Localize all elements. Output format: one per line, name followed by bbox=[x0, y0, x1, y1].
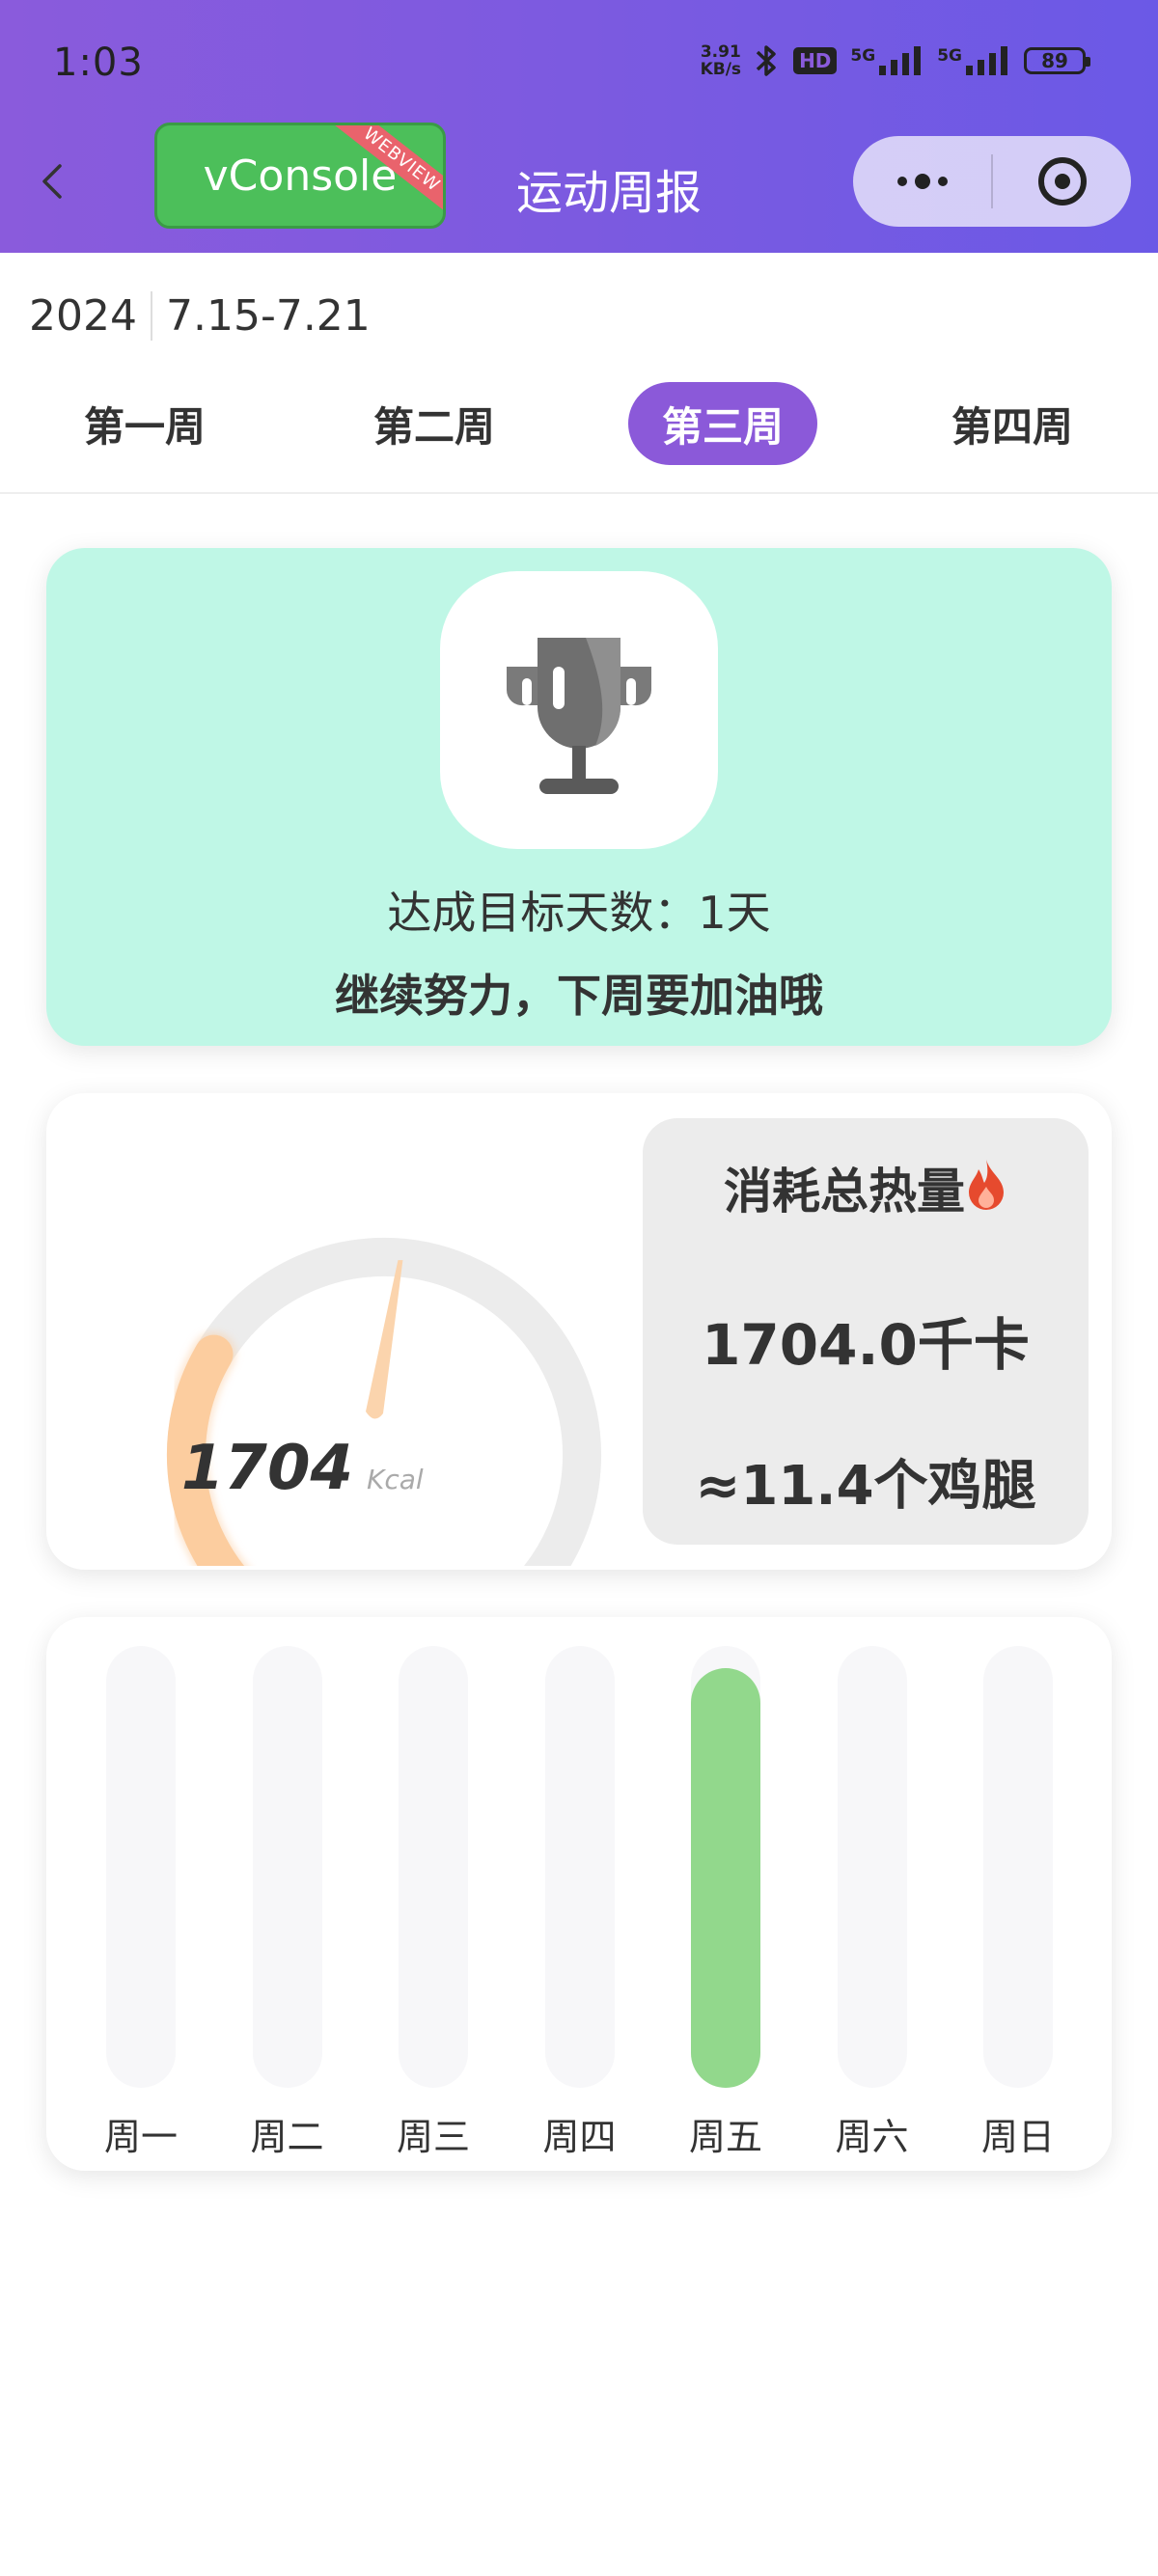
network-speed: 3.91 KB/s bbox=[701, 43, 741, 78]
vconsole-label: vConsole bbox=[203, 151, 398, 201]
vconsole-button[interactable]: vConsole WEBVIEW bbox=[154, 123, 446, 229]
calorie-card: 1704 Kcal 消耗总热量 1704.0千卡 ≈11.4个鸡腿 bbox=[46, 1093, 1112, 1570]
bar-track-2 bbox=[252, 1646, 322, 2088]
bar-track-7 bbox=[983, 1646, 1053, 2088]
weekly-chart-card: 周一 周二 周三 周四 周五 周六 周日 bbox=[46, 1617, 1112, 2171]
bar-label-7: 周日 bbox=[980, 2116, 1055, 2158]
bluetooth-icon bbox=[755, 42, 780, 79]
date-range: 7.15-7.21 bbox=[165, 291, 371, 341]
bar-track-1 bbox=[106, 1646, 176, 2088]
goal-days-text: 达成目标天数：1天 bbox=[387, 887, 771, 939]
trophy-badge bbox=[440, 571, 718, 849]
page-title: 运动周报 bbox=[516, 166, 703, 220]
hd-badge: HD bbox=[793, 47, 838, 74]
calorie-title-text: 消耗总热量 bbox=[724, 1164, 965, 1219]
tab-week-4[interactable]: 第四周 bbox=[918, 382, 1107, 465]
weekly-bars: 周一 周二 周三 周四 周五 周六 周日 bbox=[46, 1617, 1112, 2171]
gauge-needle bbox=[366, 1260, 403, 1419]
miniprogram-capsule bbox=[853, 136, 1131, 227]
date-row: 2024 7.15-7.21 bbox=[29, 291, 371, 341]
battery-level: 89 bbox=[1041, 49, 1068, 72]
calorie-equivalent: ≈11.4个鸡腿 bbox=[695, 1455, 1036, 1518]
goal-message: 继续努力，下周要加油哦 bbox=[335, 970, 823, 1022]
date-year: 2024 bbox=[29, 291, 152, 341]
bar-label-6: 周六 bbox=[835, 2116, 909, 2158]
gauge-unit: Kcal bbox=[367, 1464, 424, 1495]
calorie-summary: 消耗总热量 1704.0千卡 ≈11.4个鸡腿 bbox=[643, 1118, 1089, 1545]
gauge-track bbox=[167, 1238, 601, 1566]
goal-card: 达成目标天数：1天 继续努力，下周要加油哦 bbox=[46, 548, 1112, 1046]
bar-fill-5 bbox=[691, 1668, 760, 2088]
net-speed-value: 3.91 bbox=[700, 42, 741, 62]
bar-track-3 bbox=[399, 1646, 468, 2088]
bar-track-5 bbox=[691, 1646, 760, 2088]
chevron-left-icon bbox=[42, 164, 62, 199]
trophy-icon bbox=[506, 638, 652, 794]
back-button[interactable] bbox=[37, 162, 69, 201]
bar-label-5: 周五 bbox=[688, 2116, 762, 2158]
calorie-total: 1704.0千卡 bbox=[702, 1312, 1030, 1378]
bar-track-6 bbox=[837, 1646, 907, 2088]
calorie-gauge: 1704 Kcal bbox=[163, 1238, 601, 1566]
more-button[interactable] bbox=[853, 136, 991, 227]
status-icons: 3.91 KB/s HD 5G 5G 89 bbox=[701, 42, 1090, 79]
flame-icon bbox=[969, 1160, 1004, 1210]
status-time: 1:03 bbox=[53, 41, 144, 85]
calorie-title: 消耗总热量 bbox=[643, 1153, 1089, 1222]
close-miniprogram-button[interactable] bbox=[993, 136, 1131, 227]
week-tabs: 第一周 第二周 第三周 第四周 bbox=[0, 382, 1158, 469]
battery-icon: 89 bbox=[1024, 47, 1090, 74]
target-icon bbox=[1037, 157, 1087, 206]
tab-week-3[interactable]: 第三周 bbox=[628, 382, 817, 465]
signal-icon: 5G bbox=[850, 46, 924, 75]
signal-icon-2: 5G bbox=[937, 46, 1010, 75]
bar-label-2: 周二 bbox=[250, 2116, 324, 2158]
bar-track-4 bbox=[544, 1646, 615, 2088]
tab-week-1[interactable]: 第一周 bbox=[50, 382, 239, 465]
gauge-value: 1704 bbox=[181, 1433, 353, 1504]
tab-week-2[interactable]: 第二周 bbox=[340, 382, 529, 465]
bar-label-4: 周四 bbox=[542, 2116, 617, 2158]
divider bbox=[0, 492, 1158, 494]
bar-label-1: 周一 bbox=[103, 2116, 178, 2158]
net-speed-unit: KB/s bbox=[700, 60, 742, 79]
header-bar: 1:03 3.91 KB/s HD 5G 5G 89 vConsole WEBV… bbox=[0, 0, 1158, 253]
more-dots-icon bbox=[896, 174, 948, 189]
bar-label-3: 周三 bbox=[396, 2116, 470, 2158]
